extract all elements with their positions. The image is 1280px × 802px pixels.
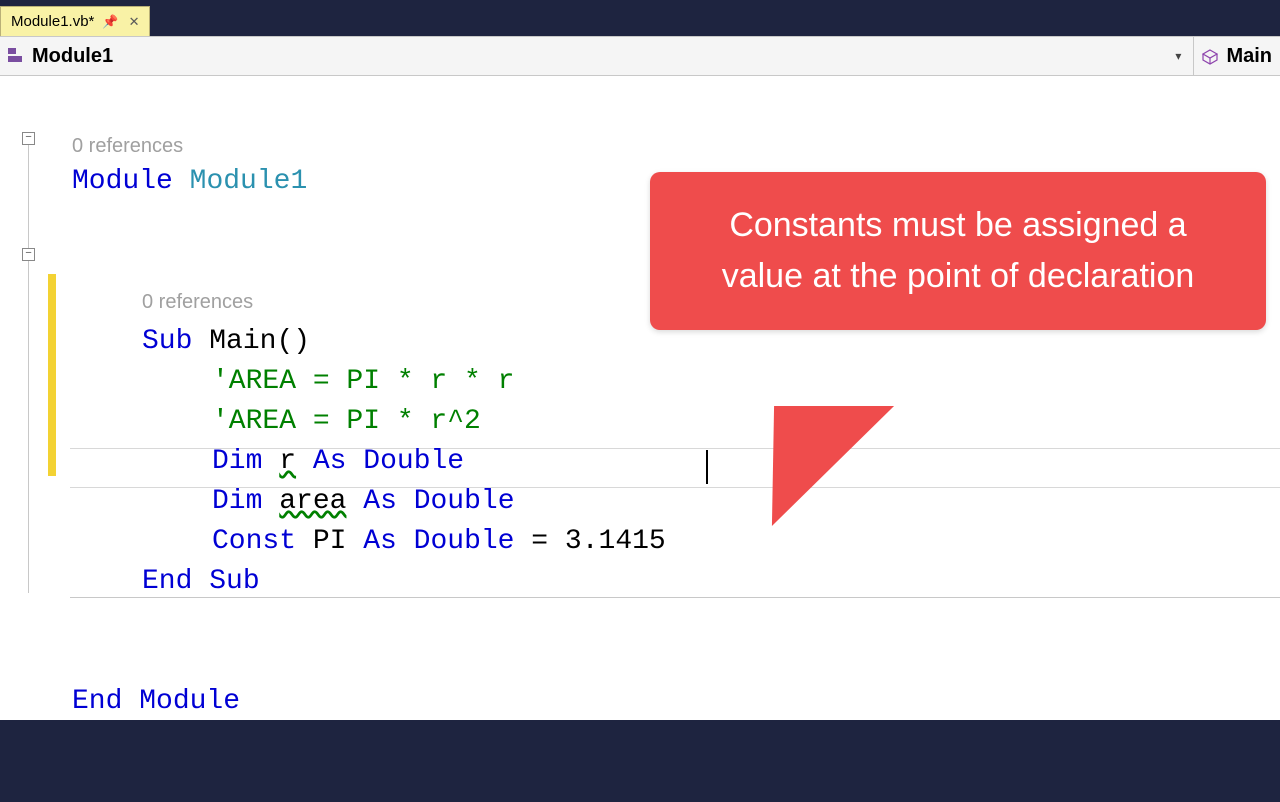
text-caret: [706, 450, 708, 484]
chevron-down-icon[interactable]: ▾: [1171, 45, 1185, 67]
annotation-callout: Constants must be assigned a value at th…: [650, 172, 1266, 330]
editor-bottom-rule: [70, 597, 1280, 598]
module-dropdown[interactable]: Module1 ▾: [0, 37, 1194, 75]
editor-gutter: [0, 76, 48, 720]
pin-icon[interactable]: 📌: [100, 14, 120, 30]
close-icon[interactable]: ✕: [127, 14, 142, 30]
member-dropdown[interactable]: Main: [1194, 37, 1280, 75]
method-icon: [1202, 48, 1218, 64]
module-name-label: Module1: [32, 45, 113, 68]
codelens-references[interactable]: 0 references: [72, 130, 1280, 162]
tab-filename: Module1.vb*: [11, 13, 94, 30]
codelens-references[interactable]: 0 references: [72, 286, 253, 318]
tab-strip: Module1.vb* 📌 ✕: [0, 6, 1280, 36]
fold-toggle-module[interactable]: −: [22, 132, 35, 145]
fold-toggle-sub[interactable]: −: [22, 248, 35, 261]
callout-text: Constants must be assigned a value at th…: [722, 206, 1195, 295]
fold-guide-line: [28, 145, 29, 593]
navigation-bar: Module1 ▾ Main: [0, 36, 1280, 76]
module-icon: [8, 48, 26, 62]
file-tab-active[interactable]: Module1.vb* 📌 ✕: [0, 6, 150, 36]
member-name-label: Main: [1226, 45, 1272, 68]
code-editor[interactable]: − − 0 referencesModule Module1 0 referen…: [0, 76, 1280, 720]
